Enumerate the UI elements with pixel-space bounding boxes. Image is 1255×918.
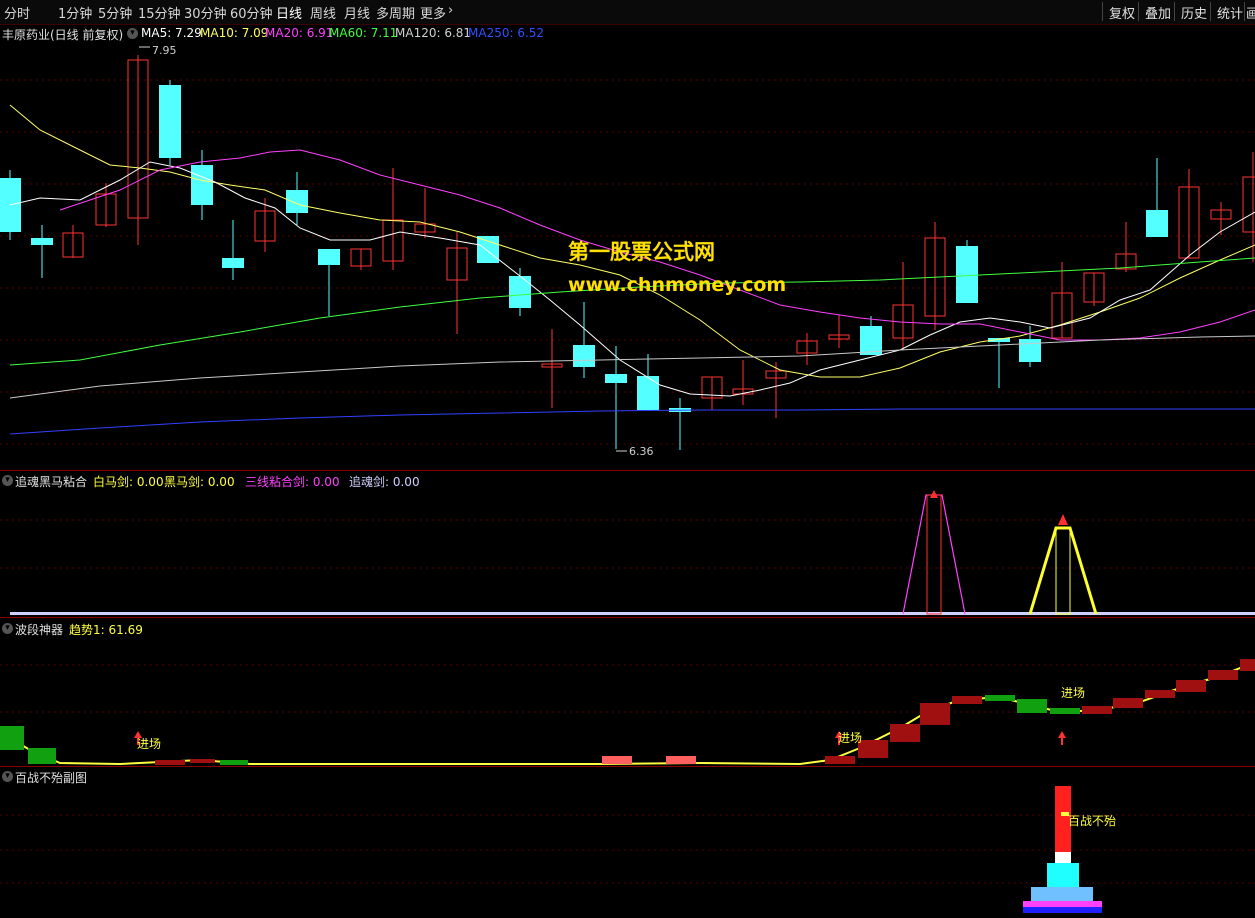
wave-block (0, 726, 24, 750)
candle-body-down (318, 249, 340, 265)
candle-body-down (159, 85, 181, 158)
wave-block (602, 756, 632, 764)
candle-body-down (191, 165, 213, 205)
panel2-white-horse: 白马剑: 0.00 (93, 475, 164, 489)
ma250-line (9, 408, 1255, 435)
panel-divider (0, 470, 1255, 471)
watermark-url: www.chnmoney.com (568, 274, 787, 296)
candle-body-down (637, 376, 659, 410)
wave-block (858, 740, 888, 758)
wave-block (952, 696, 982, 704)
white-horse-bar (1055, 527, 1071, 615)
wave-block (666, 756, 696, 764)
panel-divider (0, 617, 1255, 618)
wave-block (1208, 670, 1238, 680)
panel2-three-line: 三线粘合剑: 0.00 (245, 475, 340, 489)
ma20-legend: MA20: 6.91 (265, 26, 334, 40)
panel3-toggle-icon[interactable]: ▾ (2, 623, 13, 634)
candle-body-down (860, 326, 882, 355)
wave-block (1050, 708, 1080, 714)
signal-bar-magenta (1023, 901, 1102, 907)
candle-body-down (956, 246, 978, 303)
wave-block (1113, 698, 1143, 708)
candle-body-down (222, 258, 244, 268)
low-price-label: 6.36 (629, 445, 654, 458)
candle-body-down (286, 190, 308, 213)
entry-signal-3: 进场 (1061, 686, 1086, 700)
panel-divider (0, 766, 1255, 767)
entry-arrow-3-stem (1061, 737, 1063, 745)
signal-bar-navy (1023, 907, 1102, 913)
ma250-legend: MA250: 6.52 (468, 26, 545, 40)
wave-block (1176, 680, 1206, 692)
panel4-toggle-icon[interactable]: ▾ (2, 771, 13, 782)
panel2-chase-soul: 追魂剑: 0.00 (349, 475, 420, 489)
three-line-bar (926, 494, 942, 615)
candle-body-down (31, 238, 53, 245)
wave-block (1240, 659, 1255, 671)
wave-block (920, 703, 950, 725)
panel3-name: 波段神器 (15, 623, 64, 637)
wave-block (28, 748, 56, 764)
ma60-legend: MA60: 7.11 (329, 26, 398, 40)
wave-block (155, 760, 185, 765)
watermark-title: 第一股票公式网 (568, 240, 715, 264)
wave-block (1145, 690, 1175, 698)
wave-block (1017, 699, 1047, 713)
panel2-name: 追魂黑马粘合 (15, 475, 88, 489)
entry-signal-1: 进场 (137, 737, 162, 751)
wave-block (985, 695, 1015, 701)
panel4-signal: 百战不殆 (1068, 814, 1117, 828)
ma10-legend: MA10: 7.09 (200, 26, 269, 40)
white-horse-signal (1028, 526, 1098, 615)
candle-body-down (1019, 339, 1041, 362)
signal-bar-white (1055, 852, 1071, 863)
wave-block (825, 756, 855, 764)
panel4-name: 百战不殆副图 (15, 771, 88, 785)
high-price-label: 7.95 (152, 44, 177, 57)
signal-bar-blue (1031, 887, 1093, 901)
candle-body-down (477, 236, 499, 263)
wave-block (1082, 706, 1112, 714)
signal-bar-cyan (1047, 863, 1079, 887)
settings-dot-icon[interactable]: ▾ (127, 28, 138, 39)
white-horse-arrow-icon (1058, 514, 1068, 525)
three-line-arrow-icon (930, 490, 938, 498)
panel2-black-horse: 黑马剑: 0.00 (164, 475, 235, 489)
candle-body-down (605, 374, 627, 383)
panel2-toggle-icon[interactable]: ▾ (2, 475, 13, 486)
ma120-line (9, 335, 1255, 399)
panel3-trend: 趋势1: 61.69 (69, 623, 143, 637)
three-line-signal (902, 494, 966, 615)
entry-arrow-3-icon (1058, 731, 1066, 738)
candle-body-down (1146, 210, 1168, 237)
ma5-legend: MA5: 7.29 (141, 26, 202, 40)
entry-signal-2: 进场 (838, 731, 863, 745)
ma120-legend: MA120: 6.81 (395, 26, 472, 40)
wave-block (220, 760, 248, 765)
candle-body-down (573, 345, 595, 367)
stock-title: 丰原药业(日线 前复权) (2, 28, 124, 42)
wave-block (190, 759, 215, 763)
kline-chart[interactable] (0, 0, 1255, 918)
wave-block (890, 724, 920, 742)
candle-body-down (509, 276, 531, 308)
